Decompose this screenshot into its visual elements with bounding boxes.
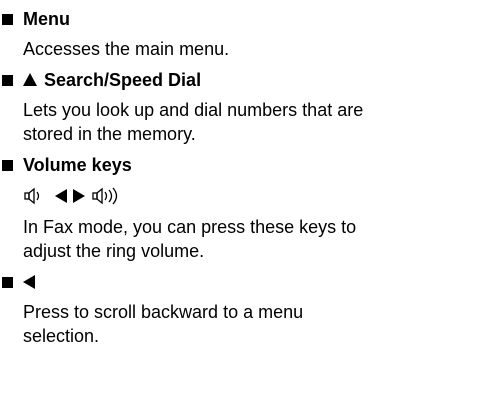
entry-volume-heading: Volume keys <box>0 150 482 180</box>
entry-search-speed-dial: Search/Speed Dial Lets you look up and d… <box>0 65 482 150</box>
speaker-low-icon <box>23 186 49 206</box>
entry-search-description-line2: stored in the memory. <box>23 124 196 144</box>
up-arrow-icon <box>23 72 37 86</box>
entry-search-heading: Search/Speed Dial <box>0 65 482 95</box>
entry-volume-description: In Fax mode, you can press these keys to… <box>0 212 482 267</box>
entry-scroll-description-line1: Press to scroll backward to a menu <box>23 302 304 322</box>
right-arrow-icon <box>73 189 85 203</box>
volume-keys-row <box>0 180 482 212</box>
entry-volume-title: Volume keys <box>23 154 132 175</box>
entry-menu-description: Accesses the main menu. <box>23 39 230 59</box>
entry-volume-keys: Volume keys In Fax mode, you can press t… <box>0 150 482 267</box>
bullet-square-icon <box>2 159 13 171</box>
entry-menu-title: Menu <box>23 8 70 29</box>
entry-scroll-description: Press to scroll backward to a menu selec… <box>0 297 482 352</box>
entry-search-description-line1: Lets you look up and dial numbers that a… <box>23 100 364 120</box>
bullet-square-icon <box>2 276 13 288</box>
manual-page: Menu Accesses the main menu. Search/Spee… <box>0 0 482 399</box>
left-arrow-icon <box>55 189 67 203</box>
entry-volume-description-line2: adjust the ring volume. <box>23 241 205 261</box>
bullet-square-icon <box>2 13 13 25</box>
entry-volume-description-line1: In Fax mode, you can press these keys to <box>23 217 357 237</box>
entry-scroll-backward: Press to scroll backward to a menu selec… <box>0 267 482 352</box>
entry-scroll-description-line2: selection. <box>23 326 100 346</box>
entry-search-title: Search/Speed Dial <box>44 69 202 90</box>
entry-scroll-heading <box>0 267 482 297</box>
speaker-high-icon <box>91 186 125 206</box>
left-arrow-icon <box>23 275 35 289</box>
bullet-square-icon <box>2 74 13 86</box>
entry-menu-heading: Menu <box>0 4 482 34</box>
entry-menu: Menu Accesses the main menu. <box>0 4 482 65</box>
entry-search-description: Lets you look up and dial numbers that a… <box>0 95 482 150</box>
